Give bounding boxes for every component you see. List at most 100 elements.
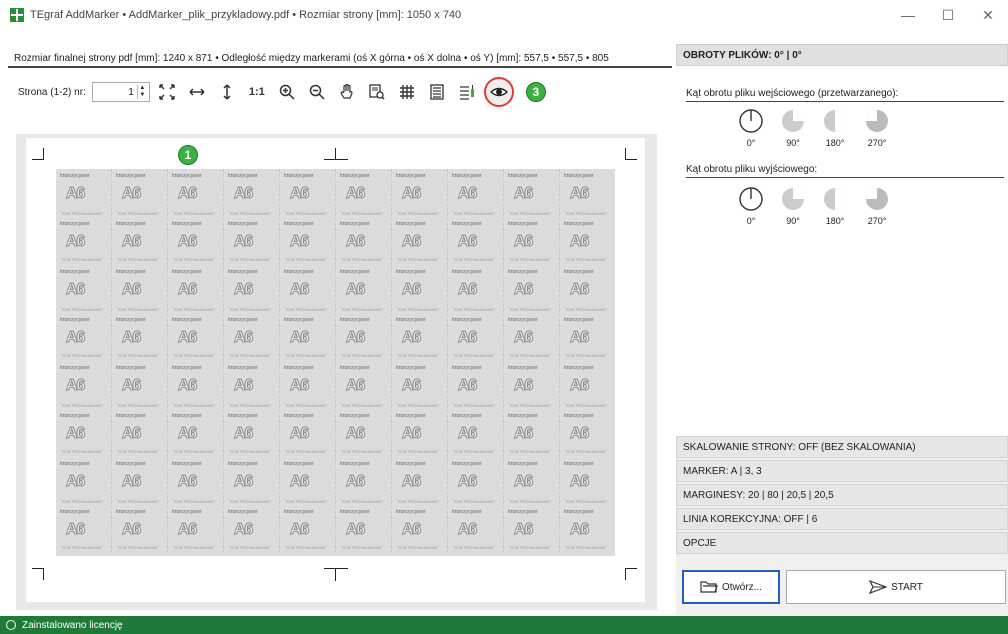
eye-icon[interactable] (483, 77, 514, 107)
send-icon (869, 580, 888, 594)
tile-label: Impozycjoner (60, 509, 90, 515)
preview-icon[interactable] (364, 79, 390, 105)
tile-a6-text: A6 (121, 233, 142, 251)
output-rotation-180[interactable]: 180° (814, 186, 856, 226)
input-rotation-90[interactable]: 90° (772, 108, 814, 148)
tile-small-text: PLIK PRZYKŁADOWY (62, 403, 103, 408)
tile-label: Impozycjoner (452, 317, 482, 323)
tile-small-text: PLIK PRZYKŁADOWY (398, 499, 439, 504)
marker-section[interactable]: MARKER: A | 3, 3 (676, 460, 1008, 482)
tile-label: Impozycjoner (60, 221, 90, 227)
tile-small-text: PLIK PRZYKŁADOWY (286, 307, 327, 312)
tile-small-text: PLIK PRZYKŁADOWY (510, 545, 551, 550)
angle-label: 180° (825, 216, 845, 226)
tile-small-text: PLIK PRZYKŁADOWY (230, 403, 271, 408)
maximize-button[interactable]: ☐ (928, 0, 968, 30)
open-button[interactable]: Otwórz... (682, 570, 780, 604)
tile-a6-text: A6 (345, 473, 366, 491)
tile-label: Impozycjoner (564, 269, 594, 275)
correction-line-section[interactable]: LINIA KOREKCYJNA: OFF | 6 (676, 508, 1008, 530)
tile-small-text: PLIK PRZYKŁADOWY (174, 545, 215, 550)
lines-icon[interactable] (424, 79, 450, 105)
folder-icon (700, 581, 718, 593)
tile-label: Impozycjoner (228, 413, 258, 419)
margins-section[interactable]: MARGINESY: 20 | 80 | 20,5 | 20,5 (676, 484, 1008, 506)
tile-label: Impozycjoner (116, 317, 146, 323)
tile-a6-text: A6 (569, 281, 590, 299)
tile-label: Impozycjoner (452, 173, 482, 179)
zoom-in-icon[interactable] (274, 79, 300, 105)
start-button[interactable]: START (786, 570, 1006, 604)
tile-label: Impozycjoner (396, 413, 426, 419)
scaling-section[interactable]: SKALOWANIE STRONY: OFF (BEZ SKALOWANIA) (676, 436, 1008, 458)
lines-marker-icon[interactable] (454, 79, 480, 105)
minimize-button[interactable]: — (888, 0, 928, 30)
tile-small-text: PLIK PRZYKŁADOWY (454, 257, 495, 262)
input-rotation-0[interactable]: 0° (730, 108, 772, 148)
fit-page-icon[interactable] (154, 79, 180, 105)
tile-small-text: PLIK PRZYKŁADOWY (342, 449, 383, 454)
tile-a6-text: A6 (289, 233, 310, 251)
tile-a6-text: A6 (65, 473, 86, 491)
tile-small-text: PLIK PRZYKŁADOWY (286, 257, 327, 262)
tile-label: Impozycjoner (508, 461, 538, 467)
imposition-tile: Impozycjoner A6 PLIK PRZYKŁADOWY Impozycjon… (336, 265, 392, 361)
tile-a6-text: A6 (233, 281, 254, 299)
fit-width-icon[interactable] (184, 79, 210, 105)
tile-small-text: PLIK PRZYKŁADOWY (398, 403, 439, 408)
tile-small-text: PLIK PRZYKŁADOWY (174, 499, 215, 504)
output-rotation-90[interactable]: 90° (772, 186, 814, 226)
tile-a6-text: A6 (569, 521, 590, 539)
close-button[interactable]: ✕ (968, 0, 1008, 30)
tile-label: Impozycjoner (564, 413, 594, 419)
grid-icon[interactable] (394, 79, 420, 105)
tile-a6-text: A6 (345, 377, 366, 395)
output-rotation-0[interactable]: 0° (730, 186, 772, 226)
tile-small-text: PLIK PRZYKŁADOWY (118, 353, 159, 358)
imposition-tile: Impozycjoner A6 PLIK PRZYKŁADOWY Impozycjon… (224, 457, 280, 553)
fit-height-icon[interactable] (214, 79, 240, 105)
input-rotation-180[interactable]: 180° (814, 108, 856, 148)
page-number-stepper[interactable]: 1 ▲ ▼ (91, 82, 150, 102)
actual-size-icon[interactable]: 1:1 (244, 79, 270, 105)
tile-small-text: PLIK PRZYKŁADOWY (118, 545, 159, 550)
tile-a6-text: A6 (513, 473, 534, 491)
window-controls: — ☐ ✕ (888, 0, 1008, 30)
tile-a6-text: A6 (65, 233, 86, 251)
tile-label: Impozycjoner (228, 365, 258, 371)
imposition-tile: Impozycjoner A6 PLIK PRZYKŁADOWY Impozycjon… (392, 361, 448, 457)
tile-label: Impozycjoner (340, 509, 370, 515)
tile-small-text: PLIK PRZYKŁADOWY (62, 307, 103, 312)
tile-small-text: PLIK PRZYKŁADOWY (566, 211, 607, 216)
input-rotation-270[interactable]: 270° (856, 108, 898, 148)
rotation-header[interactable]: OBROTY PLIKÓW: 0° | 0° (676, 44, 1008, 66)
spin-buttons[interactable]: ▲ ▼ (136, 85, 147, 99)
tile-a6-text: A6 (457, 473, 478, 491)
tile-label: Impozycjoner (452, 365, 482, 371)
options-section[interactable]: OPCJE (676, 532, 1008, 554)
tile-small-text: PLIK PRZYKŁADOWY (454, 307, 495, 312)
tile-small-text: PLIK PRZYKŁADOWY (342, 403, 383, 408)
tile-a6-text: A6 (121, 185, 142, 203)
hand-icon[interactable] (334, 79, 360, 105)
angle-label: 270° (867, 216, 887, 226)
rotation-270-icon (866, 110, 888, 132)
tile-a6-text: A6 (513, 281, 534, 299)
preview-area[interactable]: 1 Impozycjoner A6 PLIK PRZYKŁADOWY Impozycj… (16, 134, 657, 610)
tile-small-text: PLIK PRZYKŁADOWY (398, 257, 439, 262)
angle-label: 90° (786, 138, 800, 148)
tile-small-text: PLIK PRZYKŁADOWY (454, 449, 495, 454)
tile-label: Impozycjoner (564, 317, 594, 323)
imposition-tile: Impozycjoner A6 PLIK PRZYKŁADOWY Impozycjon… (448, 457, 504, 553)
tile-small-text: PLIK PRZYKŁADOWY (62, 499, 103, 504)
tile-a6-text: A6 (569, 233, 590, 251)
imposition-tile: Impozycjoner A6 PLIK PRZYKŁADOWY Impozycjon… (392, 169, 448, 265)
zoom-out-icon[interactable] (304, 79, 330, 105)
output-rotation-label: Kąt obrotu pliku wyjściowego: (686, 164, 1004, 178)
tile-a6-text: A6 (401, 233, 422, 251)
tile-a6-text: A6 (513, 521, 534, 539)
output-rotation-270[interactable]: 270° (856, 186, 898, 226)
imposition-tile: Impozycjoner A6 PLIK PRZYKŁADOWY Impozycjon… (336, 457, 392, 553)
tile-label: Impozycjoner (60, 413, 90, 419)
tile-a6-text: A6 (345, 281, 366, 299)
